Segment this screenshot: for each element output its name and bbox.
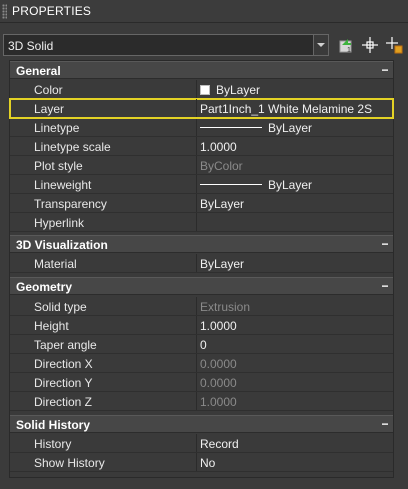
property-name: Transparency xyxy=(34,197,107,211)
lineweight-value-text: ByLayer xyxy=(268,178,313,192)
property-value[interactable]: 0 xyxy=(200,338,207,352)
property-value: 0.0000 xyxy=(200,376,237,390)
property-name: Direction Y xyxy=(34,376,93,390)
property-value[interactable]: ByLayer xyxy=(200,257,244,271)
section-general[interactable]: General − xyxy=(10,61,393,79)
property-name: Hyperlink xyxy=(34,216,85,230)
column-divider xyxy=(196,213,197,231)
column-divider xyxy=(196,80,197,98)
property-name: Taper angle xyxy=(34,338,97,352)
svg-text:1: 1 xyxy=(347,47,351,54)
property-row-layer[interactable]: Layer Part1Inch_1 White Melamine 2S xyxy=(9,98,394,119)
object-type-dropdown[interactable]: 3D Solid xyxy=(3,34,329,56)
property-value[interactable]: ByLayer xyxy=(200,83,260,97)
property-name: Plot style xyxy=(34,159,83,173)
collapse-3d-visualization-icon[interactable]: − xyxy=(377,236,393,252)
property-name: Color xyxy=(34,83,63,97)
section-solid-history-label: Solid History xyxy=(16,418,91,432)
collapse-solid-history-icon[interactable]: − xyxy=(377,416,393,432)
color-value-text: ByLayer xyxy=(216,83,261,97)
property-name: Height xyxy=(34,319,69,333)
property-name: History xyxy=(34,437,72,451)
property-value[interactable]: ByLayer xyxy=(200,197,244,211)
column-divider xyxy=(196,194,197,212)
select-objects-button[interactable] xyxy=(360,35,380,55)
property-name: Direction X xyxy=(34,357,93,371)
toggle-pickadd-button[interactable]: 1 xyxy=(336,35,356,55)
section-geometry-label: Geometry xyxy=(16,280,73,294)
property-name: Linetype scale xyxy=(34,140,111,154)
property-row-color[interactable]: Color ByLayer xyxy=(10,80,393,99)
column-divider xyxy=(196,373,197,391)
property-row-plot-style[interactable]: Plot style ByColor xyxy=(10,156,393,175)
lineweight-sample-icon xyxy=(200,184,262,185)
property-value: Extrusion xyxy=(200,300,251,314)
property-value[interactable]: Part1Inch_1 White Melamine 2S xyxy=(200,102,372,116)
column-divider xyxy=(196,434,197,452)
property-value[interactable]: Record xyxy=(200,437,239,451)
property-row-hyperlink[interactable]: Hyperlink xyxy=(10,213,393,232)
column-divider xyxy=(196,254,197,272)
column-divider xyxy=(196,137,197,155)
property-row-linetype[interactable]: Linetype ByLayer xyxy=(10,118,393,137)
property-grid: General − Color ByLayer Layer Part1Inch_… xyxy=(9,60,394,478)
quick-select-icon xyxy=(386,37,403,54)
column-divider xyxy=(196,316,197,334)
property-row-direction-z[interactable]: Direction Z 1.0000 xyxy=(10,392,393,411)
section-general-label: General xyxy=(16,64,61,78)
column-divider xyxy=(196,392,197,410)
property-name: Material xyxy=(34,257,77,271)
column-divider xyxy=(196,99,197,117)
property-name: Show History xyxy=(34,456,105,470)
property-value[interactable]: No xyxy=(200,456,215,470)
property-name: Layer xyxy=(34,102,65,116)
dropdown-arrow-icon[interactable] xyxy=(313,35,328,55)
property-name: Solid type xyxy=(34,300,87,314)
quick-select-button[interactable] xyxy=(384,35,404,55)
property-row-solid-type[interactable]: Solid type Extrusion xyxy=(10,297,393,316)
column-divider xyxy=(196,297,197,315)
property-value: 0.0000 xyxy=(200,357,237,371)
property-row-material[interactable]: Material ByLayer xyxy=(10,254,393,273)
property-value[interactable]: 1.0000 xyxy=(200,140,237,154)
palette-title: PROPERTIES xyxy=(12,4,92,18)
section-3d-visualization-label: 3D Visualization xyxy=(16,238,108,252)
column-divider xyxy=(196,118,197,136)
select-objects-icon xyxy=(362,37,378,53)
column-divider xyxy=(196,453,197,471)
column-divider xyxy=(196,175,197,193)
property-row-history[interactable]: History Record xyxy=(10,434,393,453)
section-geometry[interactable]: Geometry − xyxy=(10,277,393,295)
section-3d-visualization[interactable]: 3D Visualization − xyxy=(10,235,393,253)
property-name: Linetype xyxy=(34,121,80,135)
property-row-height[interactable]: Height 1.0000 xyxy=(10,316,393,335)
object-type-value: 3D Solid xyxy=(8,39,54,53)
property-row-taper-angle[interactable]: Taper angle 0 xyxy=(10,335,393,354)
palette-title-bar[interactable]: PROPERTIES xyxy=(0,0,408,23)
color-swatch-icon xyxy=(200,85,210,95)
grip-handle-icon[interactable] xyxy=(2,4,7,19)
property-value[interactable]: 1.0000 xyxy=(200,319,237,333)
column-divider xyxy=(196,156,197,174)
collapse-general-icon[interactable]: − xyxy=(377,62,393,78)
property-row-direction-x[interactable]: Direction X 0.0000 xyxy=(10,354,393,373)
property-row-show-history[interactable]: Show History No xyxy=(10,453,393,472)
property-value[interactable]: ByLayer xyxy=(200,121,312,135)
property-row-transparency[interactable]: Transparency ByLayer xyxy=(10,194,393,213)
property-row-direction-y[interactable]: Direction Y 0.0000 xyxy=(10,373,393,392)
property-row-linetype-scale[interactable]: Linetype scale 1.0000 xyxy=(10,137,393,156)
property-value: 1.0000 xyxy=(200,395,237,409)
collapse-geometry-icon[interactable]: − xyxy=(377,278,393,294)
section-solid-history[interactable]: Solid History − xyxy=(10,415,393,433)
property-name: Lineweight xyxy=(34,178,92,192)
column-divider xyxy=(196,335,197,353)
linetype-sample-icon xyxy=(200,127,262,128)
column-divider xyxy=(196,354,197,372)
property-row-lineweight[interactable]: Lineweight ByLayer xyxy=(10,175,393,194)
linetype-value-text: ByLayer xyxy=(268,121,313,135)
property-value[interactable]: ByLayer xyxy=(200,178,312,192)
property-value: ByColor xyxy=(200,159,243,173)
toggle-pickadd-icon: 1 xyxy=(339,39,352,54)
property-name: Direction Z xyxy=(34,395,93,409)
